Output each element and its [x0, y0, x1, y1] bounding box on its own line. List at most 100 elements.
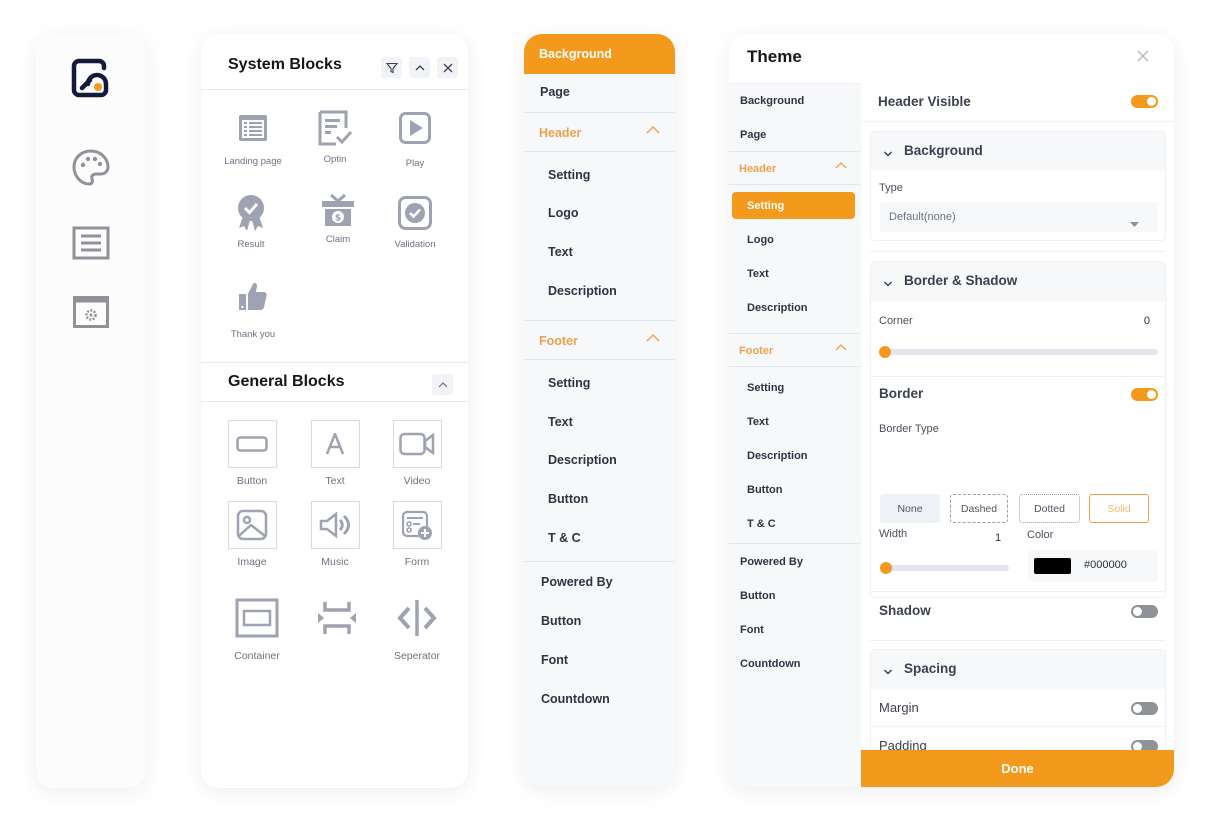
type-label: Type [879, 182, 903, 194]
text-align-icon[interactable] [72, 226, 110, 260]
theme-side-footer-group[interactable]: Footer [729, 333, 861, 367]
nav-item-button[interactable]: Button [541, 614, 675, 628]
block-landing-page[interactable]: Landing page [213, 104, 293, 167]
theme-side-page[interactable]: Page [740, 129, 766, 141]
theme-side-button[interactable]: Button [740, 590, 775, 602]
palette-icon[interactable] [71, 148, 111, 188]
nav-item-powered-by[interactable]: Powered By [541, 575, 675, 589]
window-settings-icon[interactable] [73, 296, 109, 328]
block-validation[interactable]: Validation [375, 189, 455, 250]
close-button[interactable] [1137, 49, 1149, 67]
nav-item-background[interactable]: Background [524, 34, 675, 74]
border-type-none[interactable]: None [880, 494, 940, 523]
divider [870, 640, 1166, 641]
divider [861, 121, 1174, 122]
chevron-down-icon [883, 663, 893, 681]
filter-button[interactable] [381, 57, 402, 78]
theme-side-footer-setting[interactable]: Setting [747, 382, 784, 394]
block-play[interactable]: Play [375, 104, 455, 169]
collapse-general-button[interactable] [432, 374, 453, 395]
theme-side-footer-text[interactable]: Text [747, 416, 769, 428]
background-section-header[interactable]: Background [871, 132, 1165, 171]
theme-side-header-group[interactable]: Header [729, 151, 861, 185]
block-thank-you[interactable]: Thank you [213, 272, 293, 340]
border-type-solid[interactable]: Solid [1089, 494, 1149, 523]
color-picker[interactable]: #000000 [1028, 550, 1158, 582]
block-spacer[interactable] [297, 594, 377, 650]
header-visible-toggle[interactable] [1131, 95, 1158, 108]
video-icon [392, 420, 442, 468]
block-result[interactable]: Result [211, 189, 291, 250]
nav-footer-setting[interactable]: Setting [548, 376, 675, 390]
spacing-section-header[interactable]: Spacing [871, 650, 1165, 689]
nav-header-logo[interactable]: Logo [548, 206, 675, 220]
type-select[interactable]: Default(none) [880, 202, 1158, 232]
nav-footer-description[interactable]: Description [548, 453, 675, 467]
collapse-system-button[interactable] [409, 57, 430, 78]
corner-slider[interactable] [879, 346, 1158, 358]
width-slider[interactable] [880, 562, 1009, 574]
chevron-up-icon [646, 124, 660, 138]
theme-side-footer-tc[interactable]: T & C [747, 518, 776, 530]
svg-text:$: $ [335, 214, 341, 224]
theme-settings: Header Visible Background Type Default(n… [861, 83, 1174, 787]
block-form[interactable]: Form [377, 501, 457, 568]
shadow-toggle[interactable] [1131, 605, 1158, 618]
header-visible-label: Header Visible [878, 94, 971, 109]
margin-toggle[interactable] [1131, 702, 1158, 715]
theme-side-footer-description[interactable]: Description [747, 450, 808, 462]
text-icon [310, 420, 360, 468]
block-separator[interactable]: Seperator [377, 594, 457, 662]
margin-label: Margin [879, 700, 919, 715]
color-hex-value: #000000 [1084, 559, 1127, 571]
block-container[interactable]: Container [217, 594, 297, 662]
nav-group-header[interactable]: Header [524, 112, 675, 152]
block-text[interactable]: Text [295, 420, 375, 487]
width-value: 1 [995, 532, 1002, 544]
done-button[interactable]: Done [861, 750, 1174, 787]
logo-icon[interactable] [71, 58, 111, 98]
block-video[interactable]: Video [377, 420, 457, 487]
border-type-dashed[interactable]: Dashed [950, 494, 1008, 523]
block-button[interactable]: Button [212, 420, 292, 487]
close-blocks-button[interactable] [437, 57, 458, 78]
border-type-dotted[interactable]: Dotted [1019, 494, 1080, 523]
theme-side-countdown[interactable]: Countdown [740, 658, 800, 670]
chevron-up-icon [646, 332, 660, 346]
nav-header-setting[interactable]: Setting [548, 168, 675, 182]
theme-side-header-logo[interactable]: Logo [747, 234, 774, 246]
theme-side-header-setting[interactable]: Setting [732, 192, 855, 219]
divider [870, 251, 1166, 252]
nav-footer-text[interactable]: Text [548, 415, 675, 429]
border-toggle[interactable] [1131, 388, 1158, 401]
nav-group-footer[interactable]: Footer [524, 320, 675, 360]
nav-item-countdown[interactable]: Countdown [541, 692, 675, 706]
general-blocks-header: General Blocks [201, 362, 468, 402]
shadow-label: Shadow [879, 603, 931, 618]
corner-slider-thumb[interactable] [879, 346, 891, 358]
block-image[interactable]: Image [212, 501, 292, 568]
nav-item-page[interactable]: Page [540, 85, 675, 99]
block-optin[interactable]: Optin [295, 104, 375, 165]
theme-side-background[interactable]: Background [740, 95, 804, 107]
color-swatch[interactable] [1034, 558, 1071, 574]
theme-side-powered-by[interactable]: Powered By [740, 556, 803, 568]
theme-side-footer-button[interactable]: Button [747, 484, 782, 496]
block-claim[interactable]: $ Claim [298, 186, 378, 245]
theme-side-font[interactable]: Font [740, 624, 764, 636]
nav-item-font[interactable]: Font [541, 653, 675, 667]
width-label: Width [879, 528, 908, 540]
theme-dialog: Theme Background Page Header Setting Log… [729, 34, 1174, 787]
width-slider-thumb[interactable] [880, 562, 892, 574]
nav-header-text[interactable]: Text [548, 245, 675, 259]
block-music[interactable]: Music [295, 501, 375, 568]
form-icon [392, 501, 442, 549]
nav-footer-button[interactable]: Button [548, 492, 675, 506]
nav-header-description[interactable]: Description [548, 284, 675, 298]
close-icon [443, 63, 452, 72]
nav-footer-tc[interactable]: T & C [548, 531, 675, 545]
border-shadow-section-header[interactable]: Border & Shadow [871, 262, 1165, 301]
theme-side-header-description[interactable]: Description [747, 302, 808, 314]
theme-side-header-text[interactable]: Text [747, 268, 769, 280]
button-icon [227, 420, 277, 468]
